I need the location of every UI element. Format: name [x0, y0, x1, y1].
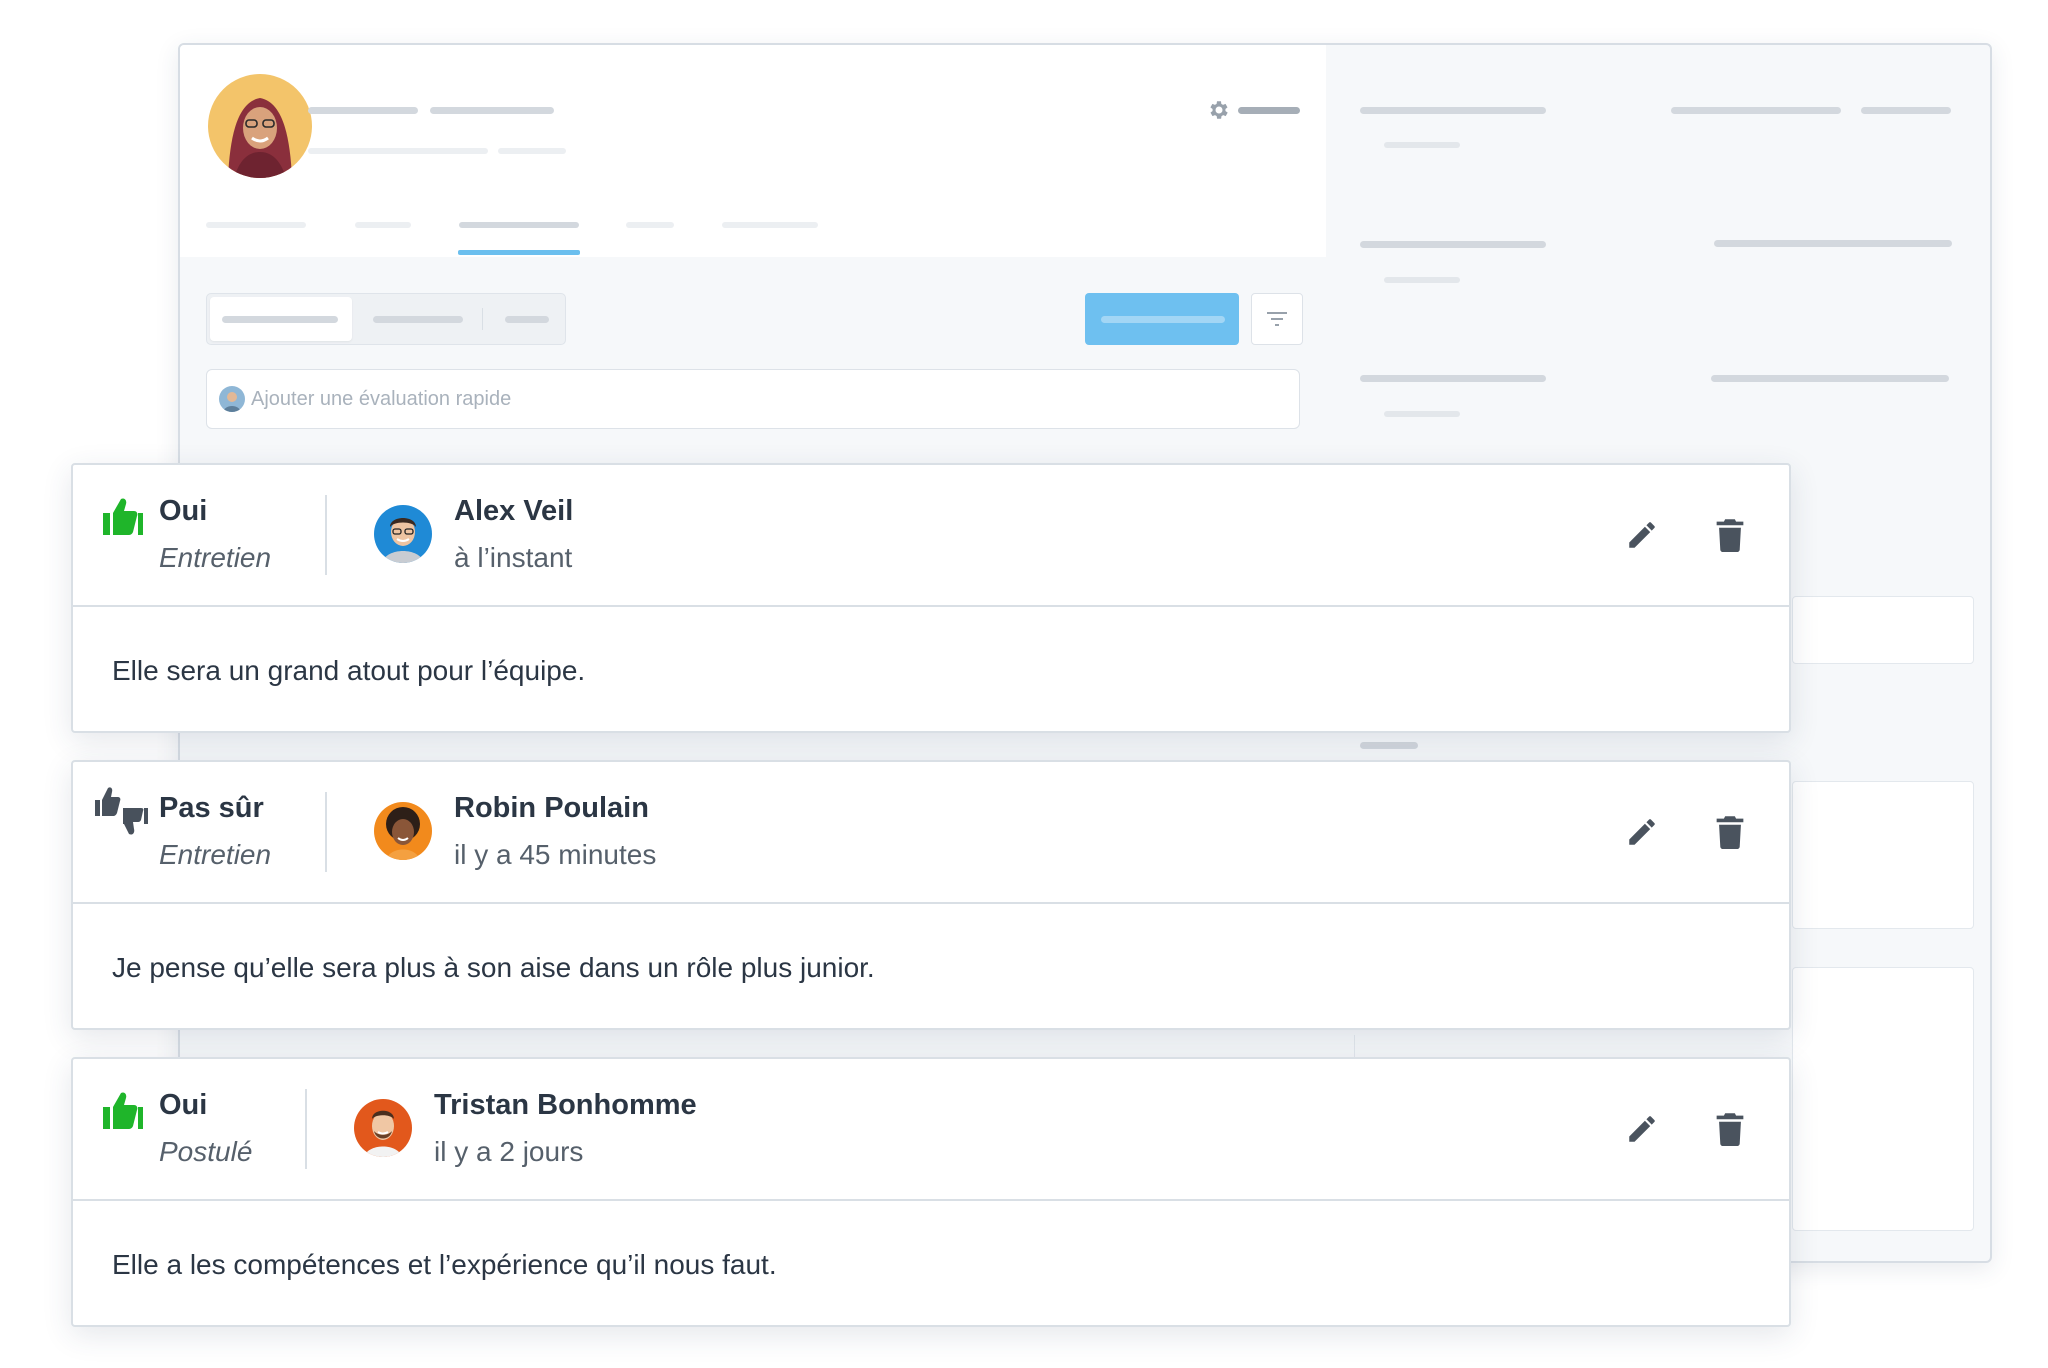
placeholder-line [1360, 375, 1546, 382]
placeholder-line [1360, 241, 1546, 248]
filter-icon [1267, 312, 1287, 326]
placeholder-line [1714, 240, 1952, 247]
candidate-profile-header [180, 45, 1326, 257]
stage-label: Entretien [159, 839, 272, 870]
trash-icon[interactable] [1715, 518, 1745, 552]
scroll-handle[interactable] [1360, 742, 1418, 749]
placeholder-line [498, 148, 566, 154]
placeholder-line [1360, 107, 1546, 114]
thumbs-up-icon [103, 498, 143, 535]
placeholder-line [308, 148, 488, 154]
segment-divider [482, 308, 483, 330]
reviewer-avatar [374, 802, 432, 860]
filter-button[interactable] [1251, 293, 1303, 345]
header-divider [325, 495, 327, 575]
right-panel-card [1792, 781, 1974, 929]
candidate-avatar [208, 74, 312, 178]
placeholder-line [308, 107, 418, 114]
placeholder-line [1711, 375, 1949, 382]
right-panel-card [1792, 967, 1974, 1231]
review-card-header: Oui Entretien Alex Veil à l’instant [73, 465, 1789, 607]
segment-label-placeholder [222, 316, 338, 323]
segment-label-placeholder [505, 316, 549, 323]
reviewer-name: Robin Poulain [454, 792, 649, 824]
placeholder-line [1384, 411, 1460, 417]
tab-placeholder[interactable] [355, 222, 411, 228]
quick-evaluation-input[interactable]: Ajouter une évaluation rapide [206, 369, 1300, 429]
reviewer-name: Tristan Bonhomme [434, 1089, 697, 1121]
review-card: Pas sûr Entretien Robin Poulain il y a 4… [71, 760, 1791, 1030]
verdict-label: Oui [159, 495, 208, 527]
edit-icon[interactable] [1625, 1112, 1659, 1146]
header-divider [305, 1089, 307, 1169]
review-comment: Je pense qu’elle sera plus à son aise da… [112, 952, 875, 983]
quick-evaluation-placeholder: Ajouter une évaluation rapide [251, 387, 512, 410]
placeholder-line [1384, 142, 1460, 148]
verdict-label: Oui [159, 1089, 208, 1121]
thumbs-mixed-icon [95, 787, 148, 835]
review-comment: Elle sera un grand atout pour l’équipe. [112, 655, 586, 686]
review-comment: Elle a les compétences et l’expérience q… [112, 1249, 777, 1280]
button-label-placeholder [1101, 316, 1225, 323]
segmented-control[interactable] [206, 293, 566, 345]
trash-icon[interactable] [1715, 1112, 1745, 1146]
review-timestamp: il y a 45 minutes [454, 839, 657, 870]
tab-placeholder[interactable] [722, 222, 818, 228]
trash-icon[interactable] [1715, 815, 1745, 849]
placeholder-line [1384, 277, 1460, 283]
stage-label: Postulé [159, 1136, 253, 1167]
reviewer-avatar [354, 1099, 412, 1157]
gear-icon[interactable] [1206, 98, 1230, 122]
review-timestamp: il y a 2 jours [434, 1136, 584, 1167]
review-timestamp: à l’instant [454, 542, 573, 573]
verdict-label: Pas sûr [159, 792, 264, 824]
placeholder-line [1238, 107, 1300, 114]
stage-label: Entretien [159, 542, 272, 573]
review-card: Oui Entretien Alex Veil à l’instant Elle… [71, 463, 1791, 733]
tab-placeholder-active[interactable] [459, 222, 579, 228]
header-divider [325, 792, 327, 872]
edit-icon[interactable] [1625, 815, 1659, 849]
review-card: Oui Postulé Tristan Bonhomme il y a 2 jo… [71, 1057, 1791, 1327]
placeholder-line [1861, 107, 1951, 114]
placeholder-line [430, 107, 554, 114]
primary-button[interactable] [1085, 293, 1239, 345]
thumbs-up-icon [103, 1092, 143, 1129]
review-card-header: Pas sûr Entretien Robin Poulain il y a 4… [73, 762, 1789, 904]
review-card-header: Oui Postulé Tristan Bonhomme il y a 2 jo… [73, 1059, 1789, 1201]
edit-icon[interactable] [1625, 518, 1659, 552]
active-tab-underline [458, 250, 580, 255]
reviewer-name: Alex Veil [454, 495, 574, 527]
placeholder-line [1671, 107, 1841, 114]
reviewer-avatar [374, 505, 432, 563]
segment-label-placeholder [373, 316, 463, 323]
tab-placeholder[interactable] [206, 222, 306, 228]
user-avatar [219, 386, 245, 412]
right-panel-card [1792, 596, 1974, 664]
tab-placeholder[interactable] [626, 222, 674, 228]
